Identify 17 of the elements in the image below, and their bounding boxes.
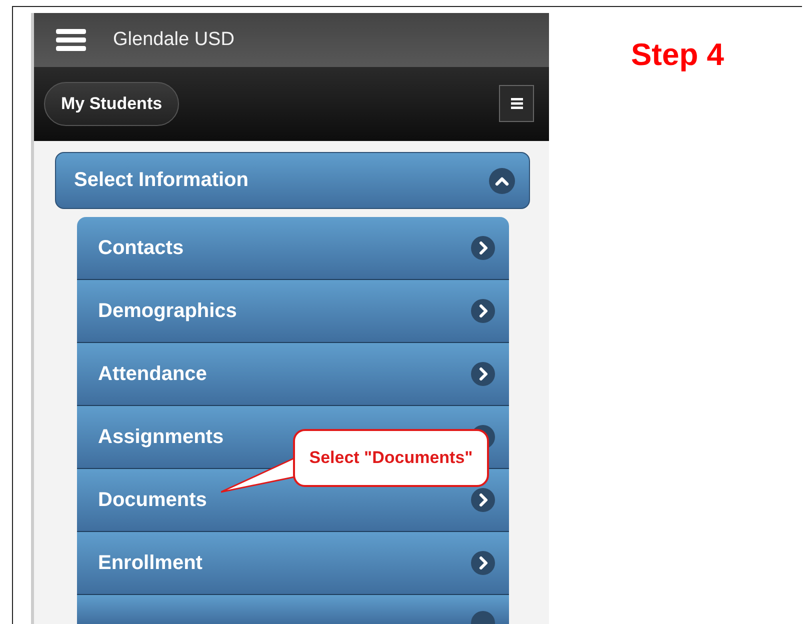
menu-item[interactable]: Contacts	[77, 217, 509, 280]
menu-item[interactable]: Attendance	[77, 343, 509, 406]
menu-button[interactable]	[499, 85, 534, 122]
chevron-right-icon	[471, 362, 495, 386]
menu-icon[interactable]	[56, 28, 86, 51]
section-header[interactable]: Select Information	[55, 152, 530, 209]
chevron-right-icon	[471, 299, 495, 323]
menu-item[interactable]: Enrollment	[77, 532, 509, 595]
chevron-icon	[489, 168, 515, 194]
chevron-right-icon	[471, 551, 495, 575]
chevron-right-icon	[471, 488, 495, 512]
app-title: Glendale USD	[113, 28, 234, 51]
menu-item[interactable]: Demographics	[77, 280, 509, 343]
chevron-right-icon	[471, 236, 495, 260]
step-label: Step 4	[631, 37, 724, 74]
my-students-button[interactable]: My Students	[44, 82, 180, 126]
menu-icon	[510, 98, 522, 110]
